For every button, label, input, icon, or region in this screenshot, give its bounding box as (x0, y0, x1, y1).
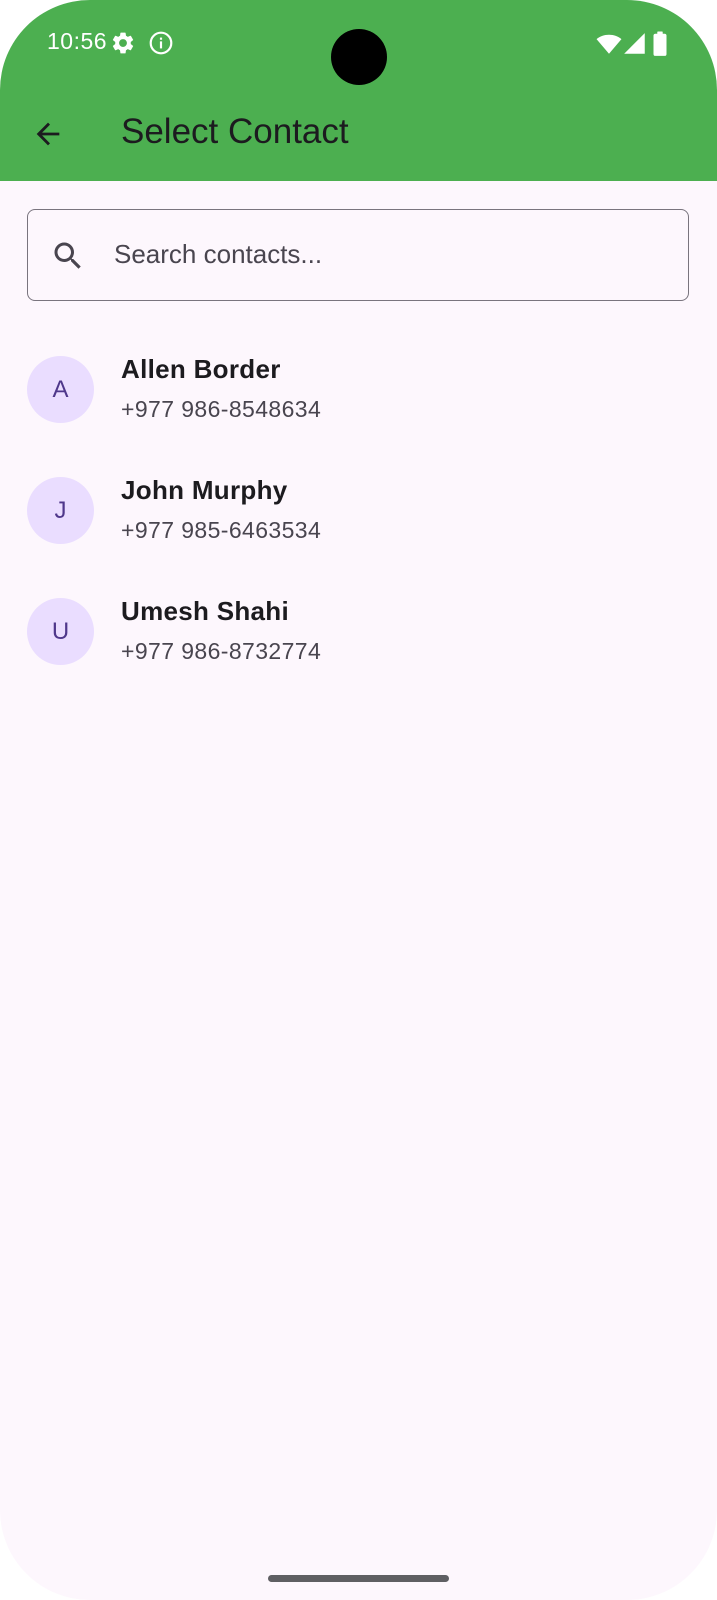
contact-phone: +977 986-8732774 (121, 638, 322, 664)
wifi-icon (596, 34, 622, 54)
top-app-area: 10:56 Select Contact (0, 0, 717, 181)
contact-item-john-murphy[interactable]: J John Murphy +977 985-6463534 (0, 451, 717, 572)
search-input[interactable] (114, 210, 674, 299)
contact-list: A Allen Border +977 986-8548634 J John M… (0, 330, 717, 693)
avatar: A (27, 356, 94, 423)
contact-phone: +977 986-8548634 (121, 396, 322, 422)
status-time: 10:56 (47, 28, 108, 54)
avatar: J (27, 477, 94, 544)
contact-name: Umesh Shahi (121, 596, 290, 626)
back-button[interactable] (22, 108, 74, 160)
phone-screen: 10:56 Select Contact Search contacts... … (0, 0, 717, 1600)
gear-icon (112, 32, 134, 54)
contact-item-umesh-shahi[interactable]: U Umesh Shahi +977 986-8732774 (0, 572, 717, 693)
contact-name: Allen Border (121, 354, 281, 384)
app-bar: Select Contact (0, 88, 717, 181)
battery-icon (653, 31, 667, 56)
contact-phone: +977 985-6463534 (121, 517, 322, 543)
home-indicator[interactable] (268, 1575, 449, 1582)
search-field[interactable] (27, 209, 689, 301)
contact-name: John Murphy (121, 475, 288, 505)
search-icon (54, 242, 81, 269)
page-title: Select Contact (121, 112, 349, 151)
contact-item-allen-border[interactable]: A Allen Border +977 986-8548634 (0, 330, 717, 451)
arrow-back-icon (36, 122, 60, 146)
avatar: U (27, 598, 94, 665)
camera-cutout (331, 29, 387, 85)
info-icon (149, 31, 173, 55)
signal-icon (624, 33, 645, 54)
